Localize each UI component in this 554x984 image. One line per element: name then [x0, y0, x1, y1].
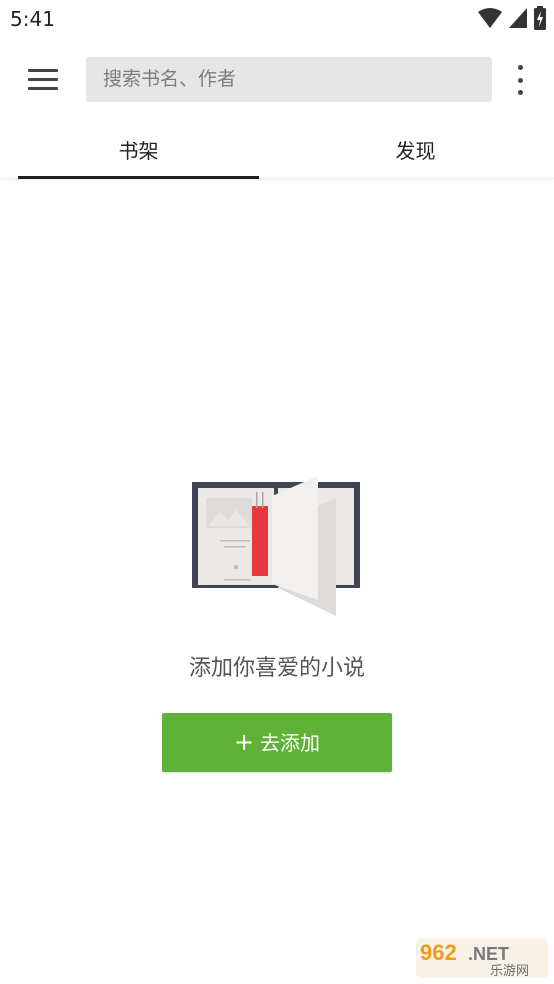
hamburger-menu-icon[interactable]: [22, 60, 64, 98]
search-input[interactable]: 搜索书名、作者: [86, 57, 492, 102]
status-bar: 5:41: [0, 0, 554, 38]
tab-discover[interactable]: 发现: [277, 120, 554, 179]
plus-icon: +: [233, 728, 255, 756]
watermark-logo: 962 .NET 乐游网: [416, 938, 548, 978]
tab-bookshelf[interactable]: 书架: [0, 120, 277, 179]
bookshelf-screen: 5:41 搜索书名、作者 书架 发现 添加你喜爱的小说 + 去添加 962 .N…: [0, 0, 554, 984]
watermark-number: 962: [420, 940, 457, 965]
more-vert-icon[interactable]: [508, 65, 532, 95]
status-time: 5:41: [10, 7, 55, 31]
add-novel-button[interactable]: + 去添加: [162, 713, 392, 772]
cellular-signal-icon: [509, 8, 527, 28]
status-icons: [478, 6, 546, 30]
watermark-suffix: .NET: [468, 944, 509, 964]
add-button-label: 去添加: [260, 731, 321, 755]
app-bar: 搜索书名、作者: [0, 38, 554, 120]
empty-state-message: 添加你喜爱的小说: [188, 656, 365, 681]
tab-bar: 书架 发现: [0, 120, 554, 179]
watermark-site-name: 乐游网: [490, 964, 529, 978]
tab-indicator: [18, 176, 259, 179]
wifi-icon: [478, 8, 502, 28]
open-book-icon: [192, 476, 360, 616]
battery-charging-icon: [534, 6, 546, 30]
